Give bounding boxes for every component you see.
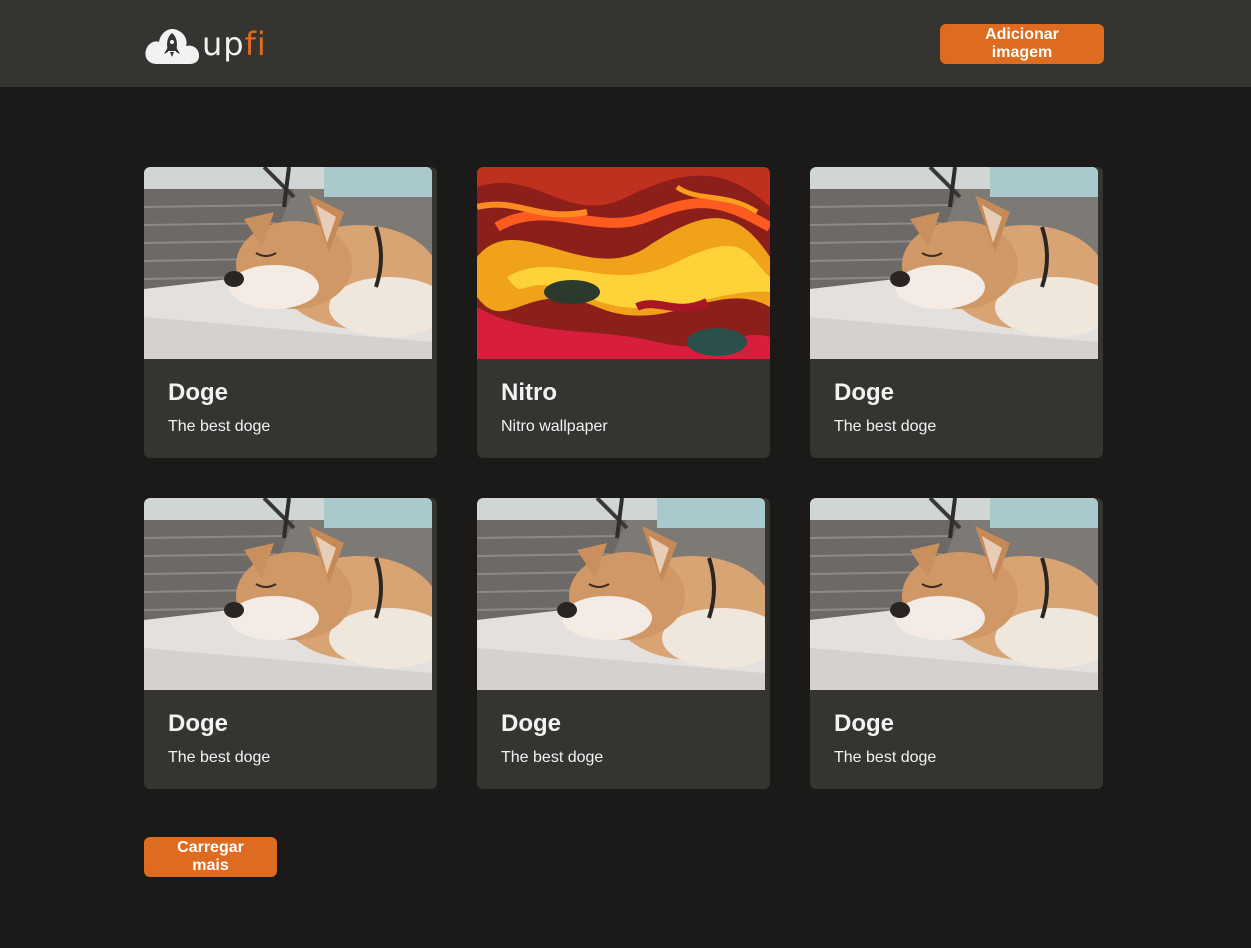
card-description: The best doge — [501, 749, 604, 766]
card-image-shiba-dog[interactable] — [144, 167, 432, 359]
card-description: The best doge — [168, 418, 271, 435]
image-card[interactable]: Doge The best doge — [144, 167, 437, 458]
card-title: Nitro — [501, 379, 557, 406]
card-image-shiba-dog[interactable] — [144, 498, 432, 690]
card-title: Doge — [834, 710, 894, 737]
card-body: Doge The best doge — [810, 359, 1103, 437]
add-image-button[interactable]: Adicionar imagem — [940, 23, 1104, 64]
image-grid: Doge The best doge Nitro Nitro wallpaper… — [144, 167, 1104, 789]
card-body: Doge The best doge — [810, 690, 1103, 768]
logo-text-fi: fi — [244, 24, 267, 63]
image-card[interactable]: Doge The best doge — [810, 167, 1103, 458]
card-description: The best doge — [834, 418, 937, 435]
header-inner: upfi Adicionar imagem — [144, 0, 1104, 87]
image-card[interactable]: Nitro Nitro wallpaper — [477, 167, 770, 458]
card-description: The best doge — [168, 749, 271, 766]
card-body: Nitro Nitro wallpaper — [477, 359, 770, 437]
load-more-button[interactable]: Carregar mais — [144, 837, 277, 877]
image-card[interactable]: Doge The best doge — [144, 498, 437, 789]
card-title: Doge — [168, 710, 228, 737]
card-body: Doge The best doge — [477, 690, 770, 768]
app-header: upfi Adicionar imagem — [0, 0, 1251, 87]
card-title: Doge — [834, 379, 894, 406]
card-body: Doge The best doge — [144, 359, 437, 437]
card-title: Doge — [501, 710, 561, 737]
card-image-abstract-fire[interactable] — [477, 167, 770, 359]
card-image-shiba-dog[interactable] — [810, 167, 1098, 359]
image-card[interactable]: Doge The best doge — [477, 498, 770, 789]
card-image-shiba-dog[interactable] — [477, 498, 765, 690]
card-description: The best doge — [834, 749, 937, 766]
card-image-shiba-dog[interactable] — [810, 498, 1098, 690]
logo-wordmark: upfi — [202, 28, 267, 60]
image-card[interactable]: Doge The best doge — [810, 498, 1103, 789]
upfi-logo[interactable]: upfi — [144, 22, 267, 66]
logo-text-up: up — [202, 24, 245, 63]
cloud-rocket-icon — [145, 28, 200, 64]
card-description: Nitro wallpaper — [501, 418, 608, 435]
card-body: Doge The best doge — [144, 690, 437, 768]
card-title: Doge — [168, 379, 228, 406]
